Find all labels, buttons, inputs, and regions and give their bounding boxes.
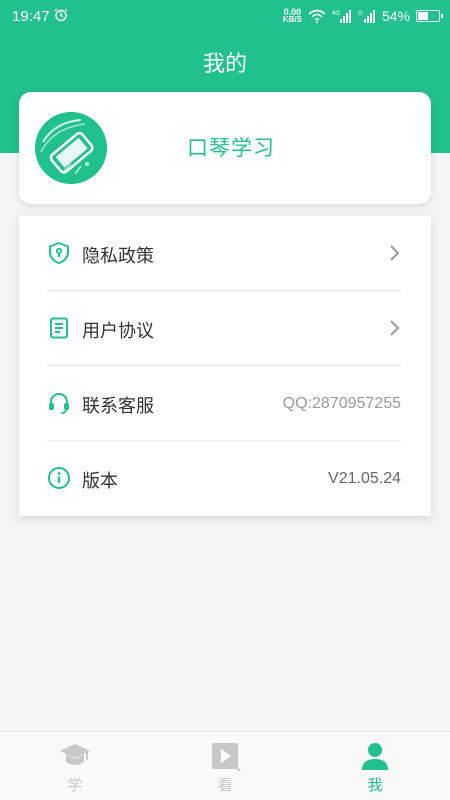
menu-item-version[interactable]: 版本 V21.05.24: [19, 441, 431, 516]
customer-service-qq: QQ:2870957255: [282, 395, 401, 412]
headset-icon: [49, 393, 69, 414]
menu-label: 版本: [82, 471, 118, 492]
document-icon: [50, 317, 68, 339]
network-speed: 0.00 KB/S: [283, 8, 302, 24]
info-icon: [48, 467, 70, 489]
menu-card: 隐私政策 用户协议 联系客服 QQ:2870957255 版本 V21.05.2…: [19, 216, 431, 516]
battery-icon: [416, 10, 443, 22]
net-speed-unit: KB/S: [282, 15, 302, 24]
menu-item-privacy-policy[interactable]: 隐私政策: [19, 216, 431, 291]
status-bar: 19:47 0.00 KB/S 4G G 54%: [0, 0, 450, 32]
menu-label: 用户协议: [82, 321, 154, 342]
svg-text:G: G: [358, 11, 363, 17]
person-icon: [362, 743, 388, 770]
chevron-right-icon: [390, 320, 400, 336]
battery-fill: [418, 12, 429, 20]
page-title: 我的: [202, 52, 247, 77]
app-card: 口琴学习: [19, 92, 431, 204]
graduation-cap-icon: [60, 744, 90, 765]
menu-label: 隐私政策: [82, 246, 154, 267]
status-time: 19:47: [12, 8, 50, 25]
tab-watch[interactable]: 看: [150, 732, 300, 800]
version-number: V21.05.24: [328, 470, 401, 487]
tab-learn[interactable]: 学: [0, 732, 150, 800]
chevron-right-icon: [390, 245, 400, 261]
signal-icon: G: [358, 10, 375, 23]
tab-label: 学: [67, 776, 83, 794]
shield-icon: [49, 241, 69, 265]
signal-4g-icon: 4G: [332, 10, 351, 23]
tab-bar: 学 看 我: [0, 731, 450, 800]
video-icon: [212, 743, 241, 772]
wifi-icon: [308, 9, 326, 23]
menu-label: 联系客服: [82, 396, 154, 417]
menu-item-user-agreement[interactable]: 用户协议: [19, 291, 431, 366]
tab-label: 看: [217, 776, 233, 794]
menu-item-customer-service[interactable]: 联系客服 QQ:2870957255: [19, 366, 431, 441]
alarm-icon: [54, 8, 68, 22]
status-right: 0.00 KB/S 4G G 54%: [283, 6, 443, 26]
tab-me[interactable]: 我: [300, 732, 450, 800]
app-logo: [35, 112, 107, 184]
app-name: 口琴学习: [187, 136, 275, 160]
svg-text:4G: 4G: [332, 11, 340, 17]
tab-label: 我: [367, 776, 383, 794]
battery-percent: 54%: [381, 8, 410, 24]
